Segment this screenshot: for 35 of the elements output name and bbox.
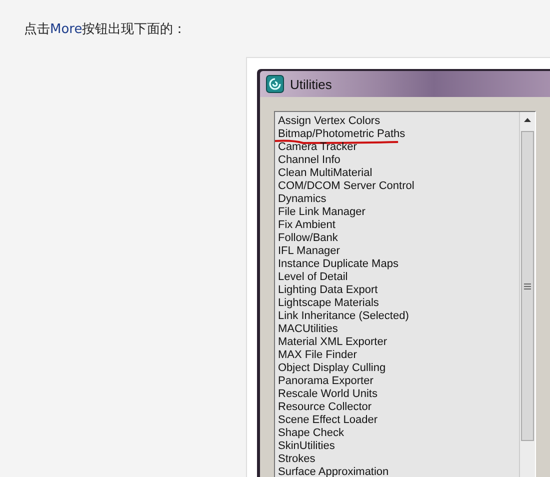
scroll-thumb[interactable] bbox=[521, 131, 534, 441]
list-item[interactable]: IFL Manager bbox=[278, 245, 340, 258]
list-item[interactable]: Camera Tracker bbox=[278, 141, 357, 154]
list-item[interactable]: Dynamics bbox=[278, 193, 326, 206]
utilities-list[interactable] bbox=[274, 111, 536, 477]
list-item[interactable]: Scene Effect Loader bbox=[278, 414, 378, 427]
list-item[interactable]: MAX File Finder bbox=[278, 349, 357, 362]
list-item[interactable]: Surface Approximation bbox=[278, 466, 389, 477]
list-item[interactable]: Channel Info bbox=[278, 154, 340, 167]
list-item[interactable]: Bitmap/Photometric Paths bbox=[278, 128, 406, 141]
list-item[interactable]: COM/DCOM Server Control bbox=[278, 180, 414, 193]
list-item[interactable]: Link Inheritance (Selected) bbox=[278, 310, 409, 323]
list-item[interactable]: Material XML Exporter bbox=[278, 336, 388, 349]
list-item[interactable]: Lighting Data Export bbox=[278, 284, 378, 297]
list-item[interactable]: Instance Duplicate Maps bbox=[278, 258, 398, 271]
app-icon bbox=[266, 75, 284, 93]
list-item[interactable]: Lightscape Materials bbox=[278, 297, 379, 310]
list-item[interactable]: MACUtilities bbox=[278, 323, 338, 336]
list-item[interactable]: Panorama Exporter bbox=[278, 375, 374, 388]
list-item[interactable]: Strokes bbox=[278, 453, 316, 466]
window-title: Utilities bbox=[290, 76, 332, 92]
list-item[interactable]: Rescale World Units bbox=[278, 388, 378, 401]
intro-text: 点击More按钮出现下面的： bbox=[24, 21, 188, 39]
list-item[interactable]: Shape Check bbox=[278, 427, 344, 440]
list-item[interactable]: Follow/Bank bbox=[278, 232, 338, 245]
scrollbar[interactable] bbox=[519, 112, 535, 477]
list-item[interactable]: Fix Ambient bbox=[278, 219, 336, 232]
list-item[interactable]: Resource Collector bbox=[278, 401, 372, 414]
list-item[interactable]: Clean MultiMaterial bbox=[278, 167, 372, 180]
list-item[interactable]: Object Display Culling bbox=[278, 362, 386, 375]
list-item[interactable]: Assign Vertex Colors bbox=[278, 115, 380, 128]
list-item[interactable]: Level of Detail bbox=[278, 271, 348, 284]
grip-icon bbox=[524, 282, 531, 290]
list-item[interactable]: SkinUtilities bbox=[278, 440, 335, 453]
list-item[interactable]: File Link Manager bbox=[278, 206, 366, 219]
